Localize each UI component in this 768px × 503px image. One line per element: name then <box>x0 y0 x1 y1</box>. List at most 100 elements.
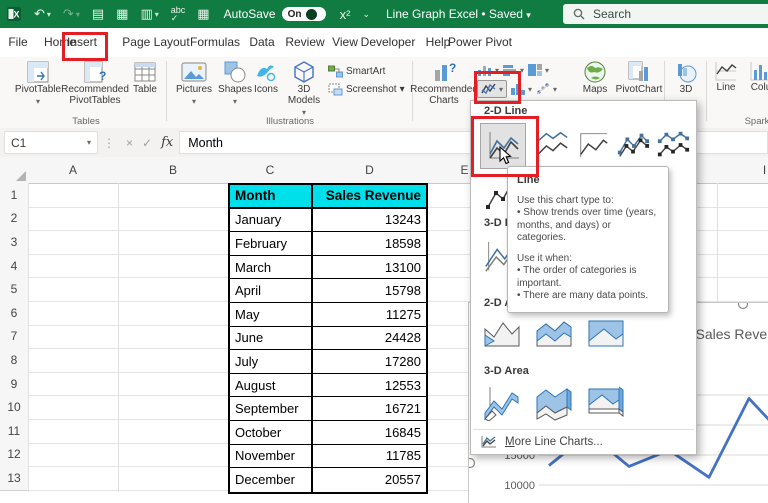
table-cell[interactable]: March <box>230 255 313 280</box>
insert-line-chart-button[interactable]: ▾ <box>477 80 508 98</box>
table-cell[interactable]: 17280 <box>313 350 426 374</box>
insert-bar-chart-button[interactable]: ▾ <box>502 63 524 77</box>
tab-view[interactable]: View <box>332 35 358 49</box>
table-cell[interactable]: 20557 <box>313 468 426 492</box>
chart-type-stacked-line[interactable] <box>533 123 573 167</box>
table-cell[interactable]: May <box>230 302 313 327</box>
pivottable-button[interactable]: PivotTable ▾ <box>14 60 62 107</box>
table-cell[interactable]: December <box>230 468 313 492</box>
select-all-corner[interactable] <box>0 157 29 184</box>
maps-button[interactable]: Maps <box>578 60 612 95</box>
row-header-7[interactable]: 7 <box>0 324 29 350</box>
row-header-9[interactable]: 9 <box>0 371 29 397</box>
table-button[interactable]: Table <box>128 60 162 95</box>
search-box[interactable]: Search <box>563 4 768 24</box>
chart-type-stacked-area[interactable] <box>532 313 576 353</box>
row-header-13[interactable]: 13 <box>0 466 29 491</box>
table-cell[interactable]: November <box>230 444 313 469</box>
tab-developer[interactable]: Developer <box>361 35 416 49</box>
chart-type-3d-stacked-area[interactable] <box>532 381 576 423</box>
table-cell[interactable]: 13100 <box>313 256 426 280</box>
sparkline-line-button[interactable]: Line <box>710 60 742 93</box>
more-line-charts-item[interactable]: More Line Charts... <box>481 435 603 448</box>
tab-power-pivot[interactable]: Power Pivot <box>448 35 512 49</box>
chart-type-stacked-line-with-markers[interactable] <box>653 123 693 167</box>
cancel-icon[interactable]: × <box>126 136 133 150</box>
chart-type-area[interactable] <box>480 313 524 353</box>
undo-button[interactable]: ↶ ▾ <box>28 0 57 28</box>
autosave-toggle[interactable]: AutoSave On <box>224 7 326 21</box>
tab-review[interactable]: Review <box>285 35 324 49</box>
chart-type-100-stacked-area[interactable] <box>584 313 628 353</box>
insert-function-icon[interactable]: fx <box>161 135 173 150</box>
table-cell[interactable]: 13243 <box>313 209 426 233</box>
autosave-switch[interactable]: On <box>281 7 326 21</box>
table-cell[interactable]: 11785 <box>313 445 426 469</box>
recommended-pivottables-button[interactable]: ? Recommended PivotTables <box>61 60 129 106</box>
row-header-8[interactable]: 8 <box>0 348 29 373</box>
table-header-cell[interactable]: Sales Revenue <box>313 185 426 209</box>
row-header-5[interactable]: 5 <box>0 277 29 302</box>
column-header-C[interactable]: C <box>228 157 313 184</box>
column-header-A[interactable]: A <box>28 157 119 184</box>
row-header-1[interactable]: 1 <box>0 183 29 208</box>
insert-hierarchy-chart-button[interactable]: ▾ <box>527 63 549 77</box>
chart-selection-handle-top[interactable] <box>737 303 749 310</box>
icons-button[interactable]: Icons <box>248 60 284 95</box>
qat-command-icon[interactable]: ▤ <box>86 0 110 28</box>
table-cell[interactable]: January <box>230 208 313 233</box>
row-header-12[interactable]: 12 <box>0 442 29 468</box>
screenshot-button[interactable]: Screenshot ▾ <box>328 83 405 96</box>
excel-logo-icon[interactable]: X <box>0 0 28 28</box>
enter-icon[interactable]: ✓ <box>142 136 152 150</box>
row-header-11[interactable]: 11 <box>0 419 29 444</box>
tab-file[interactable]: File <box>8 35 27 49</box>
chart-type-100-stacked-line[interactable] <box>573 123 613 167</box>
table-cell[interactable]: 15798 <box>313 279 426 303</box>
3d-map-button[interactable]: 3D <box>670 60 702 95</box>
tab-page-layout[interactable]: Page Layout <box>122 35 189 49</box>
table-cell[interactable]: 11275 <box>313 303 426 327</box>
row-header-10[interactable]: 10 <box>0 395 29 420</box>
column-header-I[interactable]: I <box>727 157 768 184</box>
redo-button[interactable]: ↷ ▾ <box>57 0 86 28</box>
3d-models-button[interactable]: 3D Models ▾ <box>282 60 326 118</box>
table-cell[interactable]: June <box>230 326 313 351</box>
document-title[interactable]: Line Graph Excel • Saved ▾ <box>386 7 531 21</box>
row-header-4[interactable]: 4 <box>0 253 29 279</box>
name-box[interactable]: C1 ▾ <box>4 131 98 154</box>
column-header-B[interactable]: B <box>118 157 229 184</box>
table-cell[interactable]: 24428 <box>313 327 426 351</box>
table-cell[interactable]: 18598 <box>313 232 426 256</box>
chart-type-3d-area[interactable] <box>480 381 524 423</box>
chart-title[interactable]: Sales Revenue <box>696 326 768 342</box>
table-cell[interactable]: 12553 <box>313 374 426 398</box>
tab-help[interactable]: Help <box>426 35 451 49</box>
tab-data[interactable]: Data <box>249 35 274 49</box>
qat-command-icon[interactable]: ▥ ▾ <box>134 0 164 28</box>
chart-type-3d-100-stacked-area[interactable] <box>584 381 628 423</box>
table-cell[interactable]: July <box>230 350 313 374</box>
table-header-cell[interactable]: Month <box>230 185 313 209</box>
insert-statistic-chart-button[interactable]: ▾ <box>510 82 532 96</box>
table-cell[interactable]: 16845 <box>313 421 426 445</box>
recommended-charts-button[interactable]: ? Recommended Charts <box>410 60 478 106</box>
chart-selection-handle-left[interactable] <box>469 457 476 469</box>
insert-scatter-chart-button[interactable]: ▾ <box>535 82 557 96</box>
pivotchart-button[interactable]: PivotChart <box>613 60 665 95</box>
row-header-2[interactable]: 2 <box>0 206 29 232</box>
superscript-icon[interactable]: x² <box>334 0 357 28</box>
formula-bar-splitter[interactable]: ⋮ <box>98 136 120 150</box>
insert-column-chart-button[interactable]: ▾ <box>477 63 499 77</box>
table-cell[interactable]: April <box>230 279 313 303</box>
smartart-button[interactable]: SmartArt <box>328 65 385 78</box>
qat-overflow-icon[interactable]: ⌄ <box>356 0 376 28</box>
table-cell[interactable]: February <box>230 232 313 256</box>
row-header-6[interactable]: 6 <box>0 301 29 326</box>
qat-command-icon[interactable]: ▦ <box>110 0 134 28</box>
tab-formulas[interactable]: Formulas <box>190 35 240 49</box>
table-cell[interactable]: September <box>230 397 313 421</box>
chart-type-line-with-markers[interactable] <box>613 123 653 167</box>
sparkline-column-button[interactable]: Colu <box>744 60 768 93</box>
qat-command-icon[interactable]: ▦ <box>191 0 215 28</box>
